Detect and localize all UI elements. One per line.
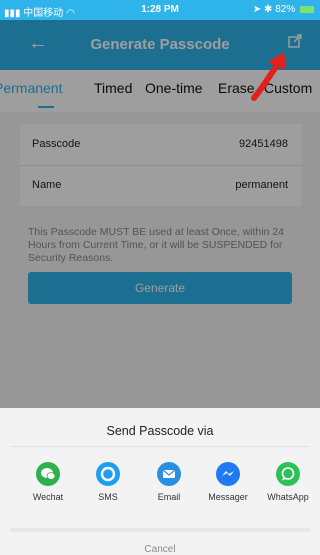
share-option-wechat[interactable]: Wechat (20, 462, 76, 502)
share-option-whatsapp[interactable]: WhatsApp (260, 462, 316, 502)
email-icon (157, 462, 181, 486)
annotation-arrow-icon (248, 50, 294, 102)
whatsapp-icon (276, 462, 300, 486)
share-label-wechat: Wechat (32, 492, 64, 502)
share-label-sms: SMS (98, 492, 118, 502)
app-screen: ▮▮▮ 中国移动 ◠ 1:28 PM ➤ ✱ 82% ← Generate Pa… (0, 0, 320, 555)
sheet-divider (10, 446, 310, 447)
share-sheet: Send Passcode via Wechat SMS Email Messa (0, 408, 320, 555)
battery-percent: 82% (275, 4, 296, 15)
cancel-divider (10, 528, 310, 532)
share-option-email[interactable]: Email (141, 462, 197, 502)
battery-icon (300, 5, 314, 13)
cancel-button[interactable]: Cancel (0, 544, 320, 555)
bluetooth-icon: ✱ (264, 4, 273, 15)
share-label-email: Email (157, 492, 181, 502)
share-label-whatsapp: WhatsApp (267, 492, 309, 502)
status-right: ➤ ✱ 82% (253, 4, 314, 15)
wechat-icon (36, 462, 60, 486)
share-label-messenger: Messager (208, 492, 248, 502)
status-bar: ▮▮▮ 中国移动 ◠ 1:28 PM ➤ ✱ 82% (0, 0, 320, 20)
sms-icon (96, 462, 120, 486)
location-icon: ➤ (252, 4, 262, 15)
share-sheet-title: Send Passcode via (106, 424, 214, 438)
share-option-messenger[interactable]: Messager (200, 462, 256, 502)
share-option-sms[interactable]: SMS (80, 462, 136, 502)
messenger-icon (216, 462, 240, 486)
